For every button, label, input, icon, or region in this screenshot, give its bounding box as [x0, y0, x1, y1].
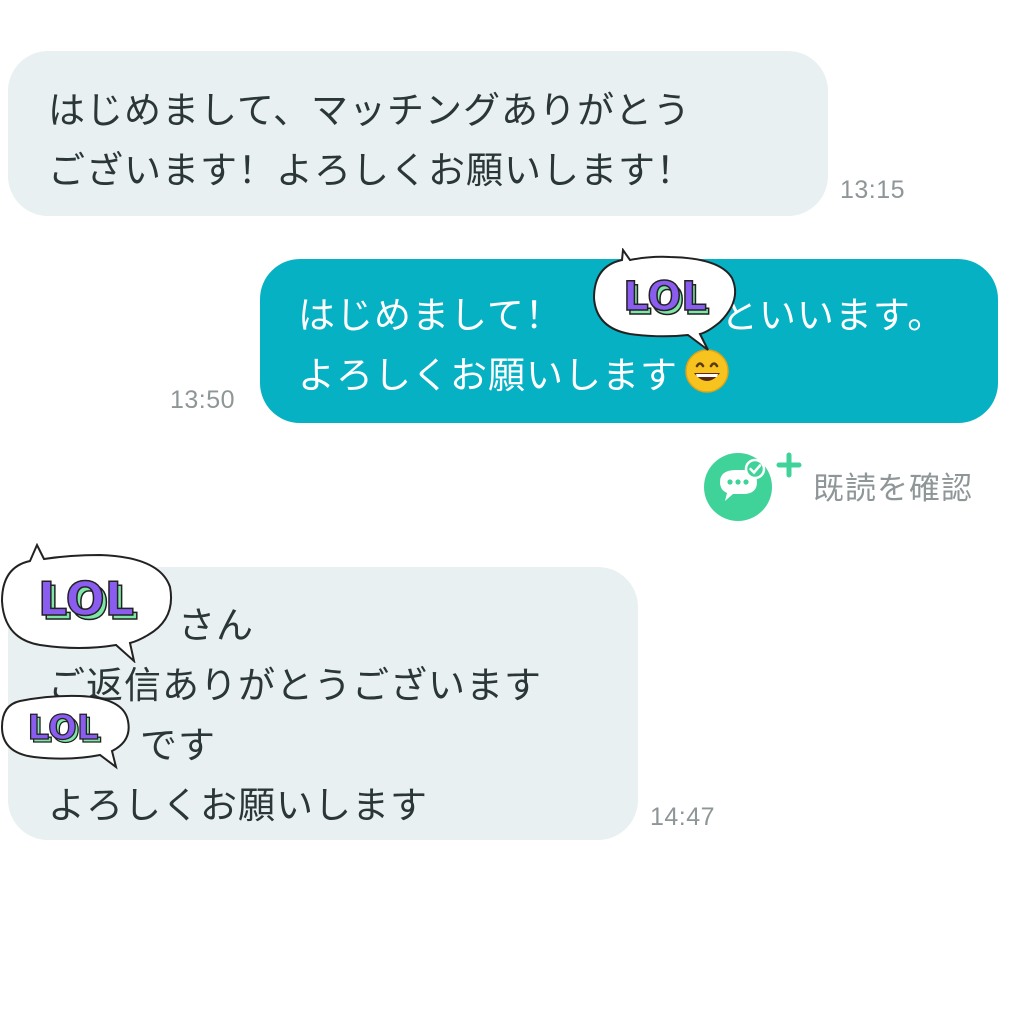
read-receipt-label: 既読を確認 — [813, 470, 973, 507]
read-receipt-button[interactable]: 既読を確認 — [703, 452, 973, 522]
message-text-line: よろしくお願いします — [48, 784, 428, 827]
lol-sticker-icon: LOL LOL — [0, 694, 130, 770]
message-text-line: はじめまして、マッチングありがとう — [48, 89, 692, 132]
message-timestamp: 14:47 — [650, 803, 716, 831]
message-text-line: よろしくお願いします — [298, 346, 998, 406]
message-text-segment: といいます。 — [720, 294, 946, 337]
svg-text:LOL: LOL — [27, 708, 98, 748]
message-text-line: ご返信ありがとうございます — [48, 664, 542, 707]
grinning-face-emoji — [685, 349, 729, 393]
message-bubble-incoming[interactable]: はじめまして、マッチングありがとう ございます！よろしくお願いします！ — [8, 51, 828, 216]
message-text-segment: はじめまして！ — [298, 294, 563, 337]
message-text-segment: よろしくお願いします — [298, 354, 678, 397]
message-text-line: ございます！よろしくお願いします！ — [48, 149, 694, 192]
chat-check-plus-icon — [704, 452, 802, 521]
message-timestamp: 13:15 — [840, 176, 906, 204]
lol-sticker-icon: LOL LOL — [592, 248, 736, 351]
svg-text:LOL: LOL — [38, 572, 134, 626]
message-text-line: です — [140, 724, 216, 767]
lol-sticker-icon: LOL LOL — [0, 543, 172, 663]
message-timestamp: 13:50 — [170, 386, 236, 414]
svg-text:LOL: LOL — [623, 274, 707, 320]
